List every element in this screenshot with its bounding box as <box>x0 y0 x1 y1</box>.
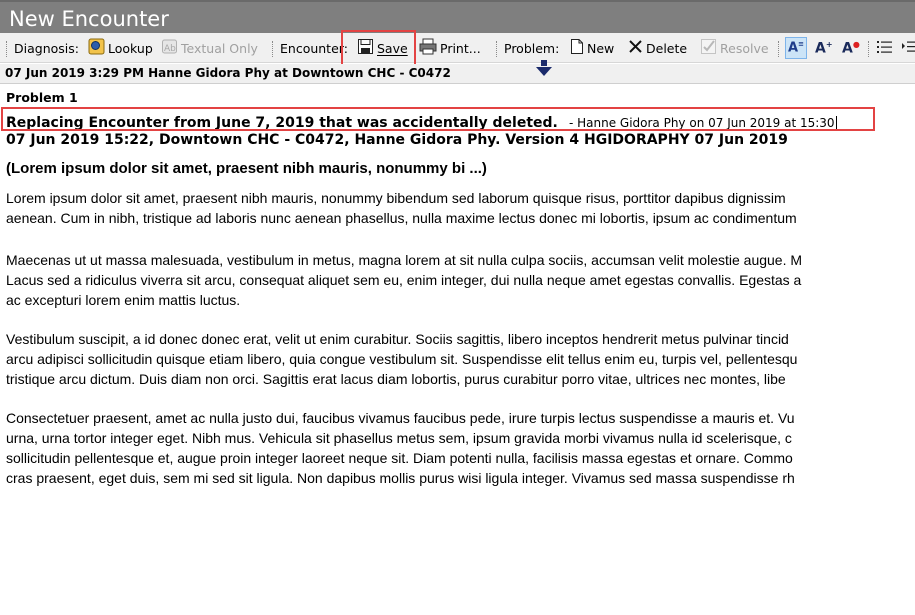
version-line: 07 Jun 2019 15:22, Downtown CHC - C0472,… <box>6 132 788 148</box>
lookup-icon <box>88 38 105 58</box>
problem-heading: Problem 1 <box>6 90 78 105</box>
paragraph-line: Consectetuer praesent, amet ac nulla jus… <box>6 410 795 426</box>
scroll-down-arrow-icon[interactable] <box>536 60 552 76</box>
paragraph-line: aenean. Cum in nibh, tristique ad labori… <box>6 210 797 226</box>
textual-only-label: Textual Only <box>181 40 258 56</box>
toolbar-separator <box>6 41 8 57</box>
resolve-check-icon <box>700 38 717 58</box>
title-bar: New Encounter <box>0 0 915 33</box>
textual-only-button[interactable]: Ab Textual Only <box>161 33 258 63</box>
print-icon <box>419 38 437 58</box>
paragraph-line: ac excepturi lorem enim mattis luctus. <box>6 292 241 308</box>
lookup-label: Lookup <box>108 40 153 56</box>
paragraph-line: Maecenas ut ut massa malesuada, vestibul… <box>6 252 803 268</box>
resolve-problem-button[interactable]: Resolve <box>700 33 769 63</box>
new-problem-button[interactable]: New <box>570 33 614 63</box>
paragraph-line: Lacus sed a ridiculus viverra sit arcu, … <box>6 272 802 288</box>
encounter-header-bar: 07 Jun 2019 3:29 PM Hanne Gidora Phy at … <box>0 64 915 84</box>
paragraph: Lorem ipsum dolor sit amet, praesent nib… <box>6 188 797 228</box>
delete-x-icon <box>628 39 643 57</box>
bullet-list-button[interactable] <box>876 33 893 63</box>
replacement-highlight-box <box>1 107 875 131</box>
paragraph-line: Vestibulum suscipit, a id donec donec er… <box>6 331 789 347</box>
toolbar: Diagnosis: Lookup Ab Textual Only Encoun… <box>0 30 915 66</box>
window-title: New Encounter <box>9 7 169 31</box>
lookup-button[interactable]: Lookup <box>88 33 153 63</box>
delete-label: Delete <box>646 40 688 56</box>
indent-button[interactable] <box>901 33 915 63</box>
bullet-list-icon <box>876 39 893 57</box>
print-label: Print... <box>440 40 481 56</box>
resolve-label: Resolve <box>720 40 769 56</box>
paragraph-line: Lorem ipsum dolor sit amet, praesent nib… <box>6 190 786 206</box>
encounter-header: 07 Jun 2019 3:29 PM Hanne Gidora Phy at … <box>5 66 451 80</box>
problem-label: Problem: <box>504 40 560 56</box>
indent-icon <box>901 39 915 57</box>
save-highlight-box <box>341 30 416 66</box>
toolbar-separator <box>778 41 780 57</box>
subject-line: (Lorem ipsum dolor sit amet, praesent ni… <box>6 160 487 177</box>
diagnosis-label: Diagnosis: <box>14 40 79 56</box>
paragraph-line: tristique arcu dictum. Duis diam non orc… <box>6 371 786 387</box>
font-size-button[interactable]: A≡ <box>785 37 807 59</box>
toolbar-separator <box>272 41 274 57</box>
paragraph-line: arcu adipisci sollicitudin quisque etiam… <box>6 351 798 367</box>
paragraph-line: sollicitudin pellentesque et, augue proi… <box>6 450 793 466</box>
paragraph: Maecenas ut ut massa malesuada, vestibul… <box>6 250 802 310</box>
font-color-button[interactable]: A● <box>842 33 860 63</box>
paragraph: Vestibulum suscipit, a id donec donec er… <box>6 329 797 389</box>
toolbar-separator <box>868 41 870 57</box>
textual-only-icon: Ab <box>161 38 178 58</box>
increase-font-icon: A+ <box>815 39 833 57</box>
toolbar-separator <box>496 41 498 57</box>
font-size-icon: A≡ <box>788 40 804 56</box>
new-document-icon <box>570 38 584 58</box>
paragraph-line: urna, urna tortor integer eget. Nibh mus… <box>6 430 792 446</box>
increase-font-button[interactable]: A+ <box>815 33 833 63</box>
paragraph-line: cras praesent, eget duis, sem mi sed sit… <box>6 470 795 486</box>
paragraph: Consectetuer praesent, amet ac nulla jus… <box>6 408 795 488</box>
encounter-document[interactable]: Problem 1 Replacing Encounter from June … <box>0 84 915 615</box>
font-color-icon: A● <box>842 39 860 57</box>
svg-text:Ab: Ab <box>164 44 176 54</box>
encounter-label: Encounter: <box>280 40 348 56</box>
new-label: New <box>587 40 615 56</box>
print-button[interactable]: Print... <box>419 33 481 63</box>
delete-problem-button[interactable]: Delete <box>628 33 687 63</box>
